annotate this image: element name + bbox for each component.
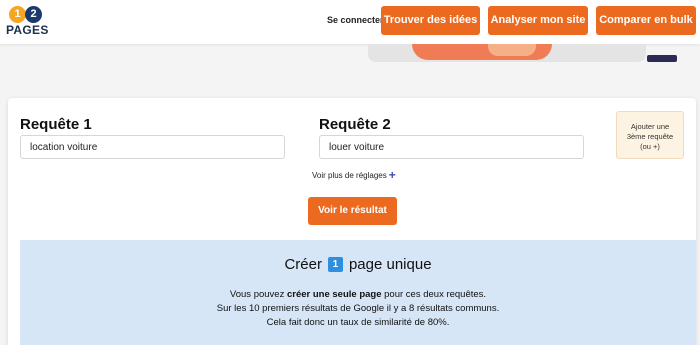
logo-text: PAGES: [6, 23, 49, 37]
hero-illustration-hand: [488, 44, 536, 56]
logo[interactable]: 1 2 PAGES: [6, 6, 50, 38]
result-title-prefix: Créer: [284, 256, 322, 273]
result-line-1: Vous pouvez créer une seule page pour ce…: [20, 288, 696, 302]
result-line-1-bold: créer une seule page: [286, 289, 382, 300]
hero-illustration-object: [647, 55, 677, 62]
result-title: Créer 1 page unique: [20, 256, 696, 273]
see-result-button[interactable]: Voir le résultat: [308, 197, 397, 225]
query2-label: Requête 2: [319, 116, 391, 133]
add-query-line-1: Ajouter une: [630, 122, 670, 131]
result-line-3: Cela fait donc un taux de similarité de …: [266, 317, 450, 328]
add-query-button[interactable]: Ajouter une 3ème requête (ou +): [616, 111, 684, 159]
logo-circle-2: 2: [25, 6, 42, 23]
result-panel: Créer 1 page unique Vous pouvez créer une …: [20, 240, 696, 345]
result-line-2: Sur les 10 premiers résultats de Google …: [216, 303, 500, 314]
query2-input[interactable]: [319, 135, 584, 159]
add-query-line-3: (ou +): [640, 142, 660, 151]
plus-icon: +: [388, 168, 396, 182]
analyze-site-button[interactable]: Analyser mon site: [488, 6, 588, 35]
add-query-line-2: 3ème requête: [626, 132, 674, 141]
result-title-suffix: page unique: [348, 256, 432, 273]
query1-label: Requête 1: [20, 116, 92, 133]
top-header: 1 2 PAGES Se connecter Trouver des idées…: [0, 0, 700, 44]
more-settings-label: Voir plus de réglages: [312, 171, 387, 180]
login-link[interactable]: Se connecter: [327, 15, 384, 25]
result-description: Vous pouvez créer une seule page pour ce…: [20, 288, 696, 330]
find-ideas-button[interactable]: Trouver des idées: [381, 6, 480, 35]
query-comparison-card: Requête 1 Requête 2 Ajouter une 3ème req…: [8, 98, 696, 345]
page-count-badge: 1: [327, 257, 343, 272]
more-settings-link[interactable]: Voir plus de réglages +: [312, 168, 396, 182]
compare-bulk-button[interactable]: Comparer en bulk: [596, 6, 696, 35]
logo-circle-1: 1: [9, 6, 26, 23]
result-line-1-end: pour ces deux requêtes.: [381, 289, 487, 300]
query1-input[interactable]: [20, 135, 285, 159]
result-line-1-start: Vous pouvez: [229, 289, 287, 300]
